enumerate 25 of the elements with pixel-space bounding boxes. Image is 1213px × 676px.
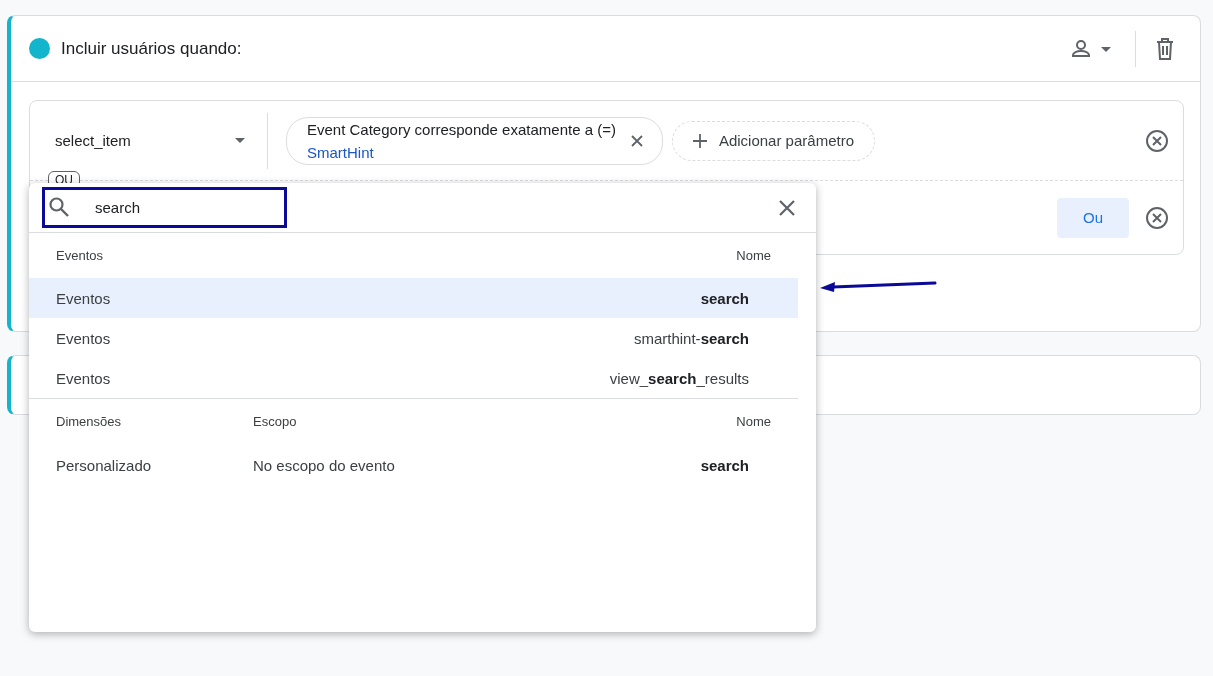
close-icon[interactable] bbox=[778, 198, 796, 217]
parameter-chip[interactable]: Event Category corresponde exatamente a (=) SmartHint bbox=[286, 116, 663, 165]
parameter-label: Event Category corresponde exatamente a (=) bbox=[307, 120, 616, 138]
dimension-option[interactable]: Personalizado No escopo do evento search bbox=[29, 444, 798, 486]
column-header: Dimensões bbox=[56, 414, 123, 429]
plus-icon bbox=[692, 133, 707, 148]
column-header: Escopo bbox=[253, 414, 297, 429]
status-dot-icon bbox=[29, 38, 50, 59]
column-header: Eventos bbox=[56, 248, 103, 263]
search-icon bbox=[48, 196, 70, 218]
event-option[interactable]: Eventos view_search_results bbox=[29, 358, 798, 398]
or-button[interactable]: Ou bbox=[1057, 197, 1129, 238]
event-option[interactable]: Eventos search bbox=[29, 278, 798, 318]
search-field[interactable]: search bbox=[42, 187, 287, 228]
parameter-value: SmartHint bbox=[307, 143, 375, 161]
column-header: Nome bbox=[736, 414, 771, 429]
remove-icon[interactable] bbox=[1145, 128, 1169, 153]
card-title: Incluir usuários quando: bbox=[61, 38, 242, 59]
event-select[interactable]: select_item bbox=[55, 132, 245, 149]
column-header: Nome bbox=[736, 248, 771, 263]
remove-icon[interactable] bbox=[1145, 205, 1169, 230]
close-icon[interactable] bbox=[629, 133, 644, 148]
event-option[interactable]: Eventos smarthint-search bbox=[29, 318, 798, 358]
caret-icon bbox=[235, 138, 245, 143]
add-parameter-button[interactable]: Adicionar parâmetro bbox=[671, 120, 875, 161]
